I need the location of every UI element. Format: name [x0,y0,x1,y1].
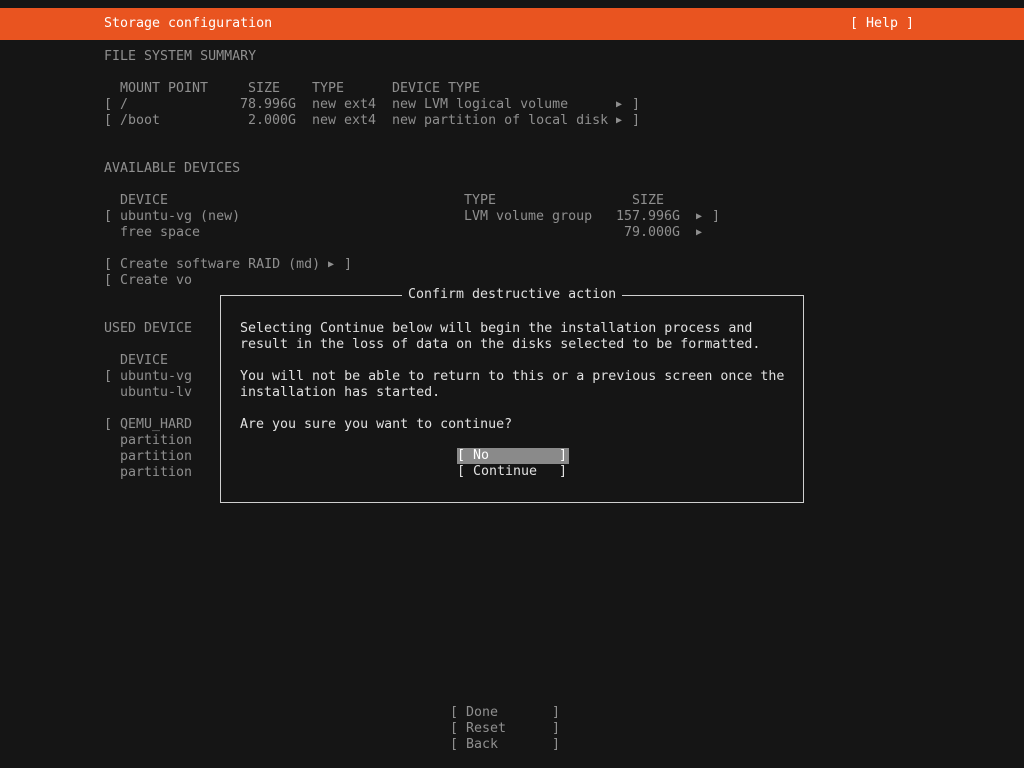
create-vg-label: Create vo [120,273,193,288]
used-device-item: ubuntu-lv [120,385,193,400]
continue-button[interactable]: [ Continue ] [457,464,569,480]
reset-button-label: [ Reset [450,721,507,736]
installer-screen: Storage configuration [ Help ] FILE SYST… [0,0,1024,768]
bracket-left: [ [104,369,113,384]
col-device-type: DEVICE TYPE [392,81,481,96]
bracket-right: ] [552,737,561,752]
right-triangle-icon: ▶ [696,211,703,222]
fs-summary-heading: FILE SYSTEM SUMMARY [104,49,257,64]
used-devices-heading: USED DEVICE [104,321,193,336]
bracket-right: ] [632,113,641,128]
device-name: free space [120,225,201,240]
col-type: TYPE [464,193,497,208]
size: 78.996G [240,97,297,112]
col-size: SIZE [248,81,281,96]
dialog-text: You will not be able to return to this o… [240,369,785,384]
device-type: LVM volume group [464,209,593,224]
device-type: new LVM logical volume [392,97,569,112]
col-mount-point: MOUNT POINT [120,81,209,96]
bracket-right: ] [712,209,721,224]
col-size: SIZE [632,193,665,208]
mount-point: /boot [120,113,161,128]
bracket-left: [ [104,113,113,128]
header-bar: Storage configuration [ Help ] [0,8,1024,40]
bracket-right: ] [558,448,567,463]
back-button-label: [ Back [450,737,499,752]
bracket-right: ] [552,705,561,720]
dialog-text: installation has started. [240,385,441,400]
continue-button-label: [ Continue [457,464,538,479]
device-name: ubuntu-vg (new) [120,209,241,224]
confirm-dialog: Confirm destructive action Selecting Con… [220,287,804,503]
bracket-right: ] [632,97,641,112]
type: new ext4 [312,97,377,112]
right-triangle-icon: ▶ [616,99,623,110]
bracket-left: [ [104,97,113,112]
right-triangle-icon: ▶ [328,259,335,270]
device-size: 157.996G [616,209,681,224]
col-device: DEVICE [120,353,169,368]
bracket-left: [ [104,417,113,432]
right-triangle-icon: ▶ [696,227,703,238]
bracket-left: [ [104,257,113,272]
done-button-label: [ Done [450,705,499,720]
bracket-right: ] [344,257,353,272]
no-button-label: [ No [457,448,490,463]
dialog-question: Are you sure you want to continue? [240,417,513,432]
available-devices-heading: AVAILABLE DEVICES [104,161,241,176]
dialog-title: Confirm destructive action [402,287,623,303]
type: new ext4 [312,113,377,128]
col-type: TYPE [312,81,345,96]
no-button[interactable]: [ No ] [457,448,569,464]
bracket-left: [ [104,209,113,224]
create-raid-label: Create software RAID (md) [120,257,321,272]
dialog-text: result in the loss of data on the disks … [240,337,761,352]
device-name: QEMU_HARD [120,417,193,432]
page-title: Storage configuration [104,16,273,31]
device-type: new partition of local disk [392,113,609,128]
used-device-item: partition [120,465,193,480]
bracket-right: ] [558,464,567,479]
mount-point: / [120,97,129,112]
help-button[interactable]: [ Help ] [850,16,914,32]
device-name: ubuntu-vg [120,369,193,384]
used-device-item: partition [120,449,193,464]
size: 2.000G [248,113,297,128]
bracket-right: ] [552,721,561,736]
col-device: DEVICE [120,193,169,208]
device-size: 79.000G [624,225,681,240]
right-triangle-icon: ▶ [616,115,623,126]
used-device-item: partition [120,433,193,448]
bracket-left: [ [104,273,113,288]
dialog-text: Selecting Continue below will begin the … [240,321,753,336]
